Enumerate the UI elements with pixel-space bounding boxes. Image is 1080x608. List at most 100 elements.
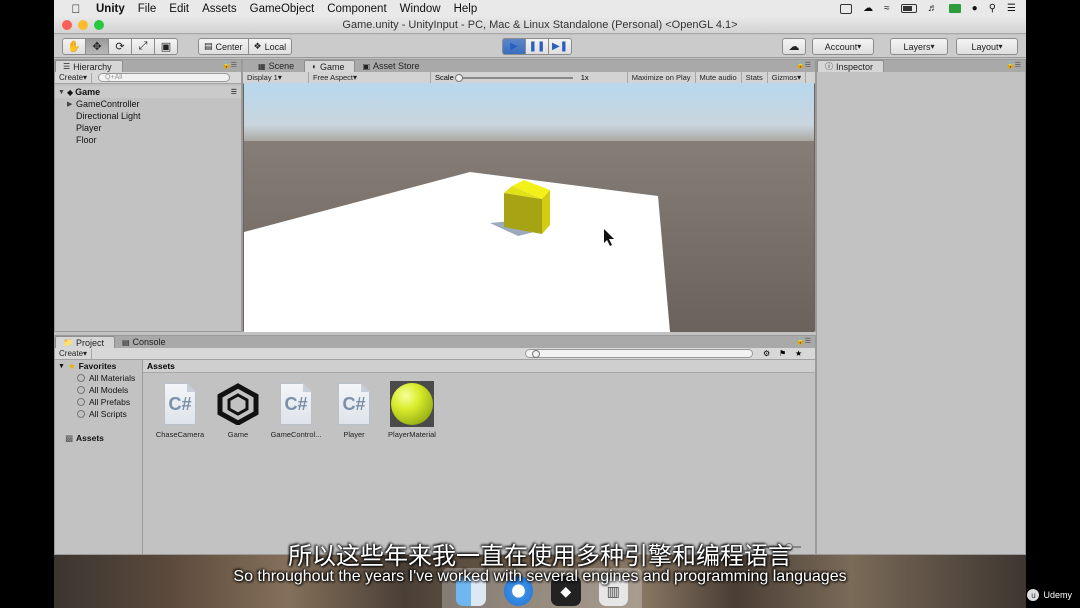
layout-dropdown[interactable]: Layout [956, 38, 1018, 55]
asset-chasecamera[interactable]: C# ChaseCamera [151, 382, 209, 439]
zoom-button[interactable] [94, 20, 104, 30]
favorite-all-materials[interactable]: All Materials [55, 372, 142, 384]
favorite-all-models[interactable]: All Models [55, 384, 142, 396]
tab-hierarchy[interactable]: ☰ Hierarchy [55, 60, 123, 72]
apple-icon[interactable]:  [68, 2, 84, 16]
menu-assets[interactable]: Assets [202, 3, 237, 15]
input-source-icon[interactable] [948, 4, 961, 13]
scene-menu-icon[interactable]: ☰ [231, 88, 237, 96]
tab-game[interactable]: ◐ Game [304, 60, 356, 72]
console-tab-label: Console [132, 337, 166, 347]
cloud-icon[interactable]: ☁ [863, 3, 873, 14]
favorites-label: Favorites [78, 361, 117, 371]
scale-slider[interactable] [454, 73, 573, 82]
expand-arrow-icon[interactable]: ▶ [67, 100, 76, 108]
pause-button[interactable]: ❚❚ [525, 38, 549, 55]
pause-icon: ❚❚ [528, 41, 546, 52]
search-icon [77, 374, 85, 382]
account-dropdown[interactable]: Account [812, 38, 874, 55]
menu-edit[interactable]: Edit [169, 3, 189, 15]
favorite-all-prefabs[interactable]: All Prefabs [55, 396, 142, 408]
maximize-on-play-toggle[interactable]: Maximize on Play [626, 72, 696, 83]
gizmos-dropdown[interactable]: Gizmos [768, 72, 807, 83]
collab-cloud-button[interactable]: ☁ [782, 38, 806, 55]
tree-item-directional-light[interactable]: Directional Light [55, 110, 241, 122]
tab-project[interactable]: 📁 Project [55, 336, 115, 348]
stats-label: Stats [745, 73, 763, 82]
project-create-button[interactable]: Create [55, 348, 93, 359]
asset-game-scene[interactable]: Game [209, 382, 267, 439]
step-button[interactable]: ▶❚ [548, 38, 572, 55]
star-icon: ★ [67, 360, 76, 371]
scene-root[interactable]: ▼ ◆ Game ☰ [55, 86, 241, 98]
asset-playermaterial[interactable]: PlayerMaterial [383, 381, 441, 439]
assets-folder[interactable]: ▩ Assets [55, 432, 142, 444]
pivot-center-button[interactable]: ▤ Center [198, 38, 249, 55]
volume-icon[interactable]: ♬ [928, 3, 938, 14]
subtitle-english: So throughout the years I've worked with… [233, 568, 847, 585]
tab-asset-store[interactable]: ▣ Asset Store [355, 60, 429, 72]
tree-item-gamecontroller[interactable]: ▶ GameController [55, 98, 241, 110]
move-tool-button[interactable]: ✥ [85, 38, 109, 55]
udemy-label: Udemy [1043, 590, 1072, 600]
breadcrumb-assets[interactable]: Assets [147, 361, 175, 371]
filter-by-type-icon[interactable]: ⚙ [763, 349, 770, 358]
lock-icon[interactable]: 🔒☰ [796, 337, 811, 345]
collapse-arrow-icon[interactable]: ▼ [58, 89, 67, 96]
filter-by-label-icon[interactable]: ⚑ [779, 349, 786, 358]
rotate-icon: ⟳ [115, 41, 125, 53]
lock-icon[interactable]: 🔒☰ [1006, 61, 1021, 69]
close-button[interactable] [62, 20, 72, 30]
layers-dropdown[interactable]: Layers [890, 38, 948, 55]
display-dropdown[interactable]: Display 1 [243, 72, 309, 83]
hierarchy-create-button[interactable]: Create [55, 72, 93, 83]
menu-component[interactable]: Component [327, 3, 386, 15]
rotate-tool-button[interactable]: ⟳ [108, 38, 132, 55]
favorites-folder[interactable]: ▼ ★ Favorites [55, 360, 142, 372]
menu-file[interactable]: File [138, 3, 157, 15]
notification-center-icon[interactable]: ☰ [1007, 3, 1016, 14]
stats-toggle[interactable]: Stats [742, 72, 768, 83]
battery-icon[interactable] [900, 4, 917, 13]
menu-unity[interactable]: Unity [96, 3, 125, 15]
lock-icon[interactable]: 🔒☰ [222, 61, 237, 69]
aspect-dropdown[interactable]: Free Aspect [309, 72, 431, 83]
screenshot-icon[interactable] [840, 3, 853, 14]
collapse-arrow-icon[interactable]: ▼ [58, 363, 65, 370]
play-button[interactable]: ▶ [502, 38, 526, 55]
lock-icon[interactable]: 🔒☰ [796, 61, 811, 69]
game-viewport[interactable] [244, 83, 814, 332]
minimize-button[interactable] [78, 20, 88, 30]
udemy-logo-icon: u [1027, 589, 1040, 601]
hand-tool-button[interactable]: ✋ [62, 38, 86, 55]
hierarchy-search-input[interactable]: Q+All [98, 73, 231, 82]
pivot-local-button[interactable]: ❖ Local [247, 38, 293, 55]
transform-tools: ✋ ✥ ⟳ ⤢ ▣ [62, 38, 178, 55]
spotlight-icon[interactable]: ⚲ [989, 3, 996, 14]
rect-tool-button[interactable]: ▣ [154, 38, 178, 55]
user-icon[interactable]: ● [972, 3, 978, 14]
project-search-input[interactable] [525, 349, 753, 358]
layout-group: Layout [956, 38, 1018, 55]
tab-scene[interactable]: ▦ Scene [251, 60, 304, 72]
tab-console[interactable]: ▤ Console [115, 336, 176, 348]
scale-tool-button[interactable]: ⤢ [131, 38, 155, 55]
asset-player-script[interactable]: C# Player [325, 382, 383, 439]
menu-help[interactable]: Help [454, 3, 478, 15]
unity-window: Game.unity - UnityInput - PC, Mac & Linu… [54, 17, 1026, 555]
asset-gamecontroller[interactable]: C# GameControl... [267, 382, 325, 439]
project-subbar: Create ⚙ ⚑ ★ [55, 348, 815, 360]
favorite-all-scripts[interactable]: All Scripts [55, 408, 142, 420]
menu-gameobject[interactable]: GameObject [250, 3, 315, 15]
scale-icon: ⤢ [138, 40, 148, 52]
tree-item-player[interactable]: Player [55, 122, 241, 134]
tab-inspector[interactable]: ⓘ Inspector [817, 60, 885, 72]
tree-item-floor[interactable]: Floor [55, 134, 241, 146]
inspector-panel: ⓘ Inspector 🔒☰ [816, 59, 1026, 555]
wifi-icon[interactable]: ≈ [884, 3, 890, 14]
mute-audio-toggle[interactable]: Mute audio [696, 72, 742, 83]
favorite-star-icon[interactable]: ★ [795, 349, 802, 358]
menu-window[interactable]: Window [400, 3, 441, 15]
scale-slider-knob[interactable] [454, 73, 463, 82]
project-folder-tree: ▼ ★ Favorites All Materials All Models A… [55, 360, 142, 444]
